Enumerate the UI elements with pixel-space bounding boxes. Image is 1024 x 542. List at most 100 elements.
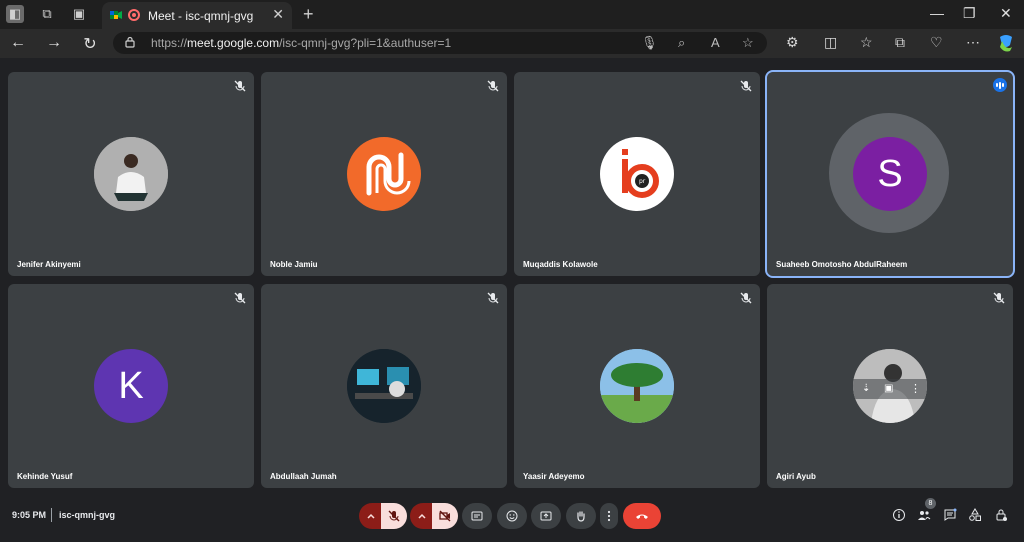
- avatar: pr: [600, 137, 674, 211]
- avatar-letter: S: [877, 152, 903, 195]
- url-text[interactable]: https://meet.google.com/isc-qmnj-gvg?pli…: [151, 36, 451, 50]
- participant-tile[interactable]: Noble Jamiu: [261, 72, 507, 276]
- chat-icon[interactable]: [943, 508, 957, 522]
- participant-tile[interactable]: pr Muqaddis Kolawole: [514, 72, 760, 276]
- participant-tile[interactable]: K Kehinde Yusuf: [8, 284, 254, 488]
- recording-icon: [128, 9, 140, 21]
- participant-name: Muqaddis Kolawole: [523, 260, 598, 269]
- mic-off-icon: [487, 80, 499, 92]
- toggle-mic-button[interactable]: [381, 503, 407, 529]
- address-bar[interactable]: https://meet.google.com/isc-qmnj-gvg?pli…: [113, 32, 767, 54]
- divider: [51, 508, 52, 522]
- participant-name: Yaasir Adeyemo: [523, 472, 585, 481]
- restore-icon[interactable]: ❐: [963, 5, 976, 22]
- collections-icon[interactable]: ⧉: [895, 34, 905, 51]
- mic-off-icon: [740, 80, 752, 92]
- workspaces-icon[interactable]: ⧉: [38, 5, 56, 23]
- favorite-star-icon[interactable]: ☆: [742, 35, 754, 51]
- tab-actions-icon[interactable]: ▣: [70, 5, 88, 23]
- tree-photo-icon: [600, 349, 674, 423]
- back-icon[interactable]: ←: [8, 34, 28, 52]
- read-aloud-icon[interactable]: A: [711, 35, 720, 50]
- captions-icon: [471, 511, 483, 521]
- leave-call-button[interactable]: [623, 503, 661, 529]
- avatar: K: [94, 349, 168, 423]
- avatar: [94, 137, 168, 211]
- participant-tile[interactable]: ⇣ ▣ ⋮ Agiri Ayub: [767, 284, 1013, 488]
- avatar-letter: K: [118, 364, 144, 407]
- profile-icon[interactable]: ◧: [6, 5, 24, 23]
- chevron-up-icon: [418, 513, 426, 519]
- person-photo-icon: [94, 137, 168, 211]
- mic-off-icon: [388, 510, 400, 522]
- mic-off-icon: [234, 292, 246, 304]
- microphone-icon[interactable]: 🎙: [641, 35, 658, 51]
- participant-tile[interactable]: Yaasir Adeyemo: [514, 284, 760, 488]
- toggle-camera-button[interactable]: [432, 503, 458, 529]
- pin-icon[interactable]: ⇣: [862, 383, 870, 394]
- svg-text:pr: pr: [639, 178, 646, 185]
- browser-title-bar: ◧ ⧉ ▣ Meet - isc-qmnj-gvg ✕ + — ❐ ✕: [0, 0, 1024, 29]
- more-options-icon[interactable]: ⋮: [910, 382, 921, 395]
- participant-name: Kehinde Yusuf: [17, 472, 73, 481]
- camera-off-icon: [439, 510, 451, 522]
- logo-icon: [366, 152, 411, 196]
- lock-icon[interactable]: [125, 36, 135, 48]
- more-menu-icon[interactable]: ⋯: [966, 34, 980, 51]
- present-screen-icon: [540, 511, 552, 521]
- frame-icon[interactable]: ▣: [884, 383, 893, 394]
- captions-button[interactable]: [462, 503, 492, 529]
- more-options-button[interactable]: [600, 503, 618, 529]
- room-photo-icon: [347, 349, 421, 423]
- current-time: 9:05 PM: [12, 510, 47, 520]
- forward-icon[interactable]: →: [44, 34, 64, 52]
- extensions-icon[interactable]: ⚙: [786, 34, 799, 51]
- participant-name: Agiri Ayub: [776, 472, 816, 481]
- hang-up-icon: [636, 514, 648, 519]
- participant-name: Abdullaah Jumah: [270, 472, 337, 481]
- raise-hand-button[interactable]: [566, 503, 596, 529]
- participant-tile-speaking[interactable]: S Suaheeb Omotosho AbdulRaheem: [765, 70, 1015, 278]
- close-window-icon[interactable]: ✕: [1000, 5, 1012, 22]
- avatar: S: [853, 137, 927, 211]
- mic-off-icon: [740, 292, 752, 304]
- tab-close-icon[interactable]: ✕: [272, 6, 284, 23]
- favorites-icon[interactable]: ☆: [860, 34, 873, 51]
- video-options-button[interactable]: [410, 503, 434, 529]
- mic-off-icon: [234, 80, 246, 92]
- speaking-indicator-icon: [993, 78, 1007, 92]
- browser-essentials-icon[interactable]: ♡: [930, 34, 943, 51]
- mic-off-icon: [993, 292, 1005, 304]
- mic-off-icon: [487, 292, 499, 304]
- new-tab-icon[interactable]: +: [303, 4, 314, 25]
- google-meet-icon: [110, 11, 122, 19]
- tab-meet[interactable]: Meet - isc-qmnj-gvg ✕: [102, 2, 292, 29]
- more-vert-icon: [607, 510, 611, 522]
- ib-logo-icon: pr: [622, 149, 659, 198]
- zoom-icon[interactable]: ⌕: [678, 35, 685, 51]
- audio-options-button[interactable]: [359, 503, 383, 529]
- meeting-details-icon[interactable]: [892, 508, 906, 522]
- participant-tile[interactable]: Jenifer Akinyemi: [8, 72, 254, 276]
- minimize-icon[interactable]: —: [930, 5, 944, 21]
- participant-tile[interactable]: Abdullaah Jumah: [261, 284, 507, 488]
- refresh-icon[interactable]: ↻: [80, 34, 100, 54]
- present-button[interactable]: [531, 503, 561, 529]
- participant-name: Noble Jamiu: [270, 260, 318, 269]
- raise-hand-icon: [577, 511, 585, 522]
- avatar: [347, 349, 421, 423]
- copilot-icon[interactable]: [996, 33, 1016, 53]
- participant-name: Jenifer Akinyemi: [17, 260, 81, 269]
- host-controls-icon[interactable]: [994, 508, 1008, 522]
- activities-icon[interactable]: [968, 508, 982, 522]
- chevron-up-icon: [367, 513, 375, 519]
- avatar: [347, 137, 421, 211]
- split-screen-icon[interactable]: ◫: [824, 34, 837, 51]
- tab-title: Meet - isc-qmnj-gvg: [148, 9, 254, 23]
- people-icon[interactable]: [917, 508, 931, 522]
- avatar: [600, 349, 674, 423]
- emoji-icon: [506, 510, 518, 522]
- meeting-controls-bar: 9:05 PM isc-qmnj-gvg 8: [0, 496, 1024, 542]
- reactions-button[interactable]: [497, 503, 527, 529]
- participant-name: Suaheeb Omotosho AbdulRaheem: [776, 260, 908, 269]
